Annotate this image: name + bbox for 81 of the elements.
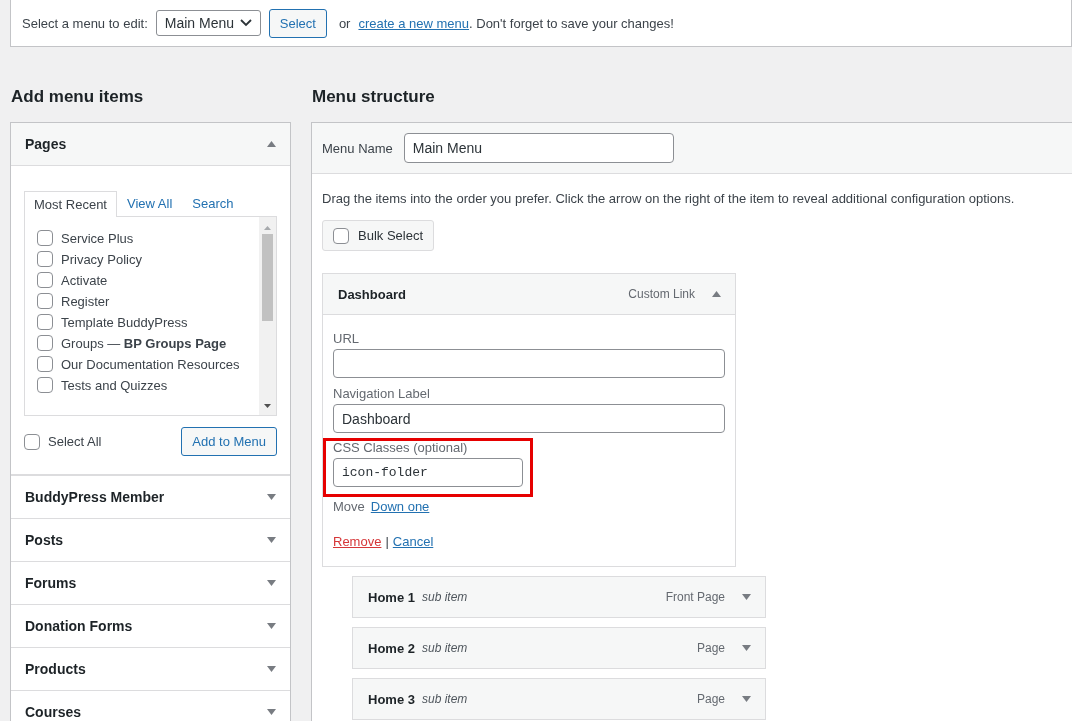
field-label: Navigation Label	[333, 386, 431, 401]
menu-item-title: Home 1	[368, 589, 415, 605]
separator: |	[385, 534, 389, 549]
checkbox[interactable]	[37, 335, 53, 351]
menu-item-title: Home 3	[368, 691, 415, 707]
checkbox[interactable]	[24, 433, 40, 450]
field-label: URL	[333, 331, 360, 346]
accordion-header[interactable]: Donation Forms	[11, 604, 290, 647]
page-label: Privacy Policy	[61, 251, 142, 267]
section-heading: Menu structure	[312, 87, 436, 107]
section-heading: Add menu items	[11, 87, 145, 107]
or-text: or	[338, 15, 351, 31]
menu-name-field[interactable]: Main Menu	[403, 133, 674, 163]
item-type-label: Page	[696, 692, 725, 706]
triangle-down-icon	[267, 494, 276, 500]
menu-name-label: Menu Name	[322, 140, 393, 156]
sub-item-label: sub item	[421, 692, 468, 706]
triangle-up-icon[interactable]	[712, 291, 721, 297]
accordion-header[interactable]: Courses	[11, 690, 290, 721]
scrollbar[interactable]	[259, 217, 276, 415]
add-to-menu-button[interactable]: Add to Menu	[181, 427, 277, 456]
menu-item-header[interactable]: Home 1 sub item Front Page	[352, 576, 766, 618]
move-label: Move	[333, 499, 365, 514]
accordion-header[interactable]: Products	[11, 647, 290, 690]
item-type-label: Front Page	[665, 590, 725, 604]
input-field[interactable]	[333, 349, 725, 378]
down-one-link[interactable]: Down one	[370, 499, 430, 514]
page-label: Tests and Quizzes	[61, 377, 168, 393]
menu-item-header[interactable]: Home 3 sub item Page	[352, 678, 766, 720]
page-label: Activate	[61, 272, 108, 288]
menu-select-label: Select a menu to edit:	[22, 15, 148, 31]
field-label: CSS Classes (optional)	[333, 440, 469, 455]
page-label: Register	[61, 293, 110, 309]
item-type-label: Page	[696, 641, 725, 655]
checkbox[interactable]	[37, 293, 53, 309]
accordion-header[interactable]: Posts	[11, 518, 290, 561]
tab[interactable]: View All	[117, 191, 183, 216]
sub-item-label: sub item	[421, 590, 468, 604]
checkbox[interactable]	[37, 377, 53, 393]
page-label: Template BuddyPress	[61, 314, 188, 330]
menu-item-header[interactable]: Home 2 sub item Page	[352, 627, 766, 669]
page-label: Groups — BP Groups Page	[61, 335, 227, 351]
checkbox[interactable]	[333, 227, 349, 244]
triangle-down-icon	[267, 623, 276, 629]
select-button[interactable]: Select	[268, 8, 327, 38]
accordion-header[interactable]: BuddyPress Member	[11, 475, 290, 518]
item-type-label: Custom Link	[628, 287, 695, 301]
cancel-link[interactable]: Cancel	[392, 534, 434, 549]
remove-link[interactable]: Remove	[333, 534, 382, 549]
triangle-down-icon	[267, 709, 276, 715]
menu-item-header[interactable]: Dashboard Custom Link	[322, 273, 736, 315]
page-label: Our Documentation Resources	[61, 356, 240, 372]
menu-item-title: Dashboard	[338, 286, 406, 302]
instructions-text: Drag the items into the order you prefer. Click the arrow on the right of the item to reveal additional configuration options.	[322, 191, 1016, 206]
checkbox[interactable]	[37, 356, 53, 372]
triangle-down-icon[interactable]	[742, 645, 751, 651]
menu-item-title: Home 2	[368, 640, 415, 656]
checkbox[interactable]	[37, 251, 53, 267]
triangle-down-icon	[267, 666, 276, 672]
checkbox[interactable]	[37, 314, 53, 330]
chevron-down-icon	[239, 19, 252, 27]
create-menu-link[interactable]: create a new menu	[358, 15, 470, 31]
menu-dropdown[interactable]: Main Menu	[155, 10, 261, 36]
input-field[interactable]: Dashboard	[333, 404, 725, 433]
triangle-down-icon[interactable]	[742, 696, 751, 702]
triangle-down-icon[interactable]	[742, 594, 751, 600]
accordion-header[interactable]: Pages	[11, 123, 290, 166]
triangle-down-icon	[267, 537, 276, 543]
accordion-header[interactable]: Forums	[11, 561, 290, 604]
checkbox[interactable]	[37, 230, 53, 246]
page-label: Service Plus	[61, 230, 134, 246]
select-all-label: Select All	[48, 434, 102, 449]
tab[interactable]: Most Recent	[24, 191, 117, 217]
save-reminder-text: . Don't forget to save your changes!	[469, 15, 674, 31]
tab[interactable]: Search	[182, 191, 244, 216]
sub-item-label: sub item	[421, 641, 468, 655]
bulk-select-button[interactable]: Bulk Select	[322, 220, 435, 251]
input-field[interactable]: icon-folder	[333, 458, 523, 487]
triangle-up-icon	[267, 141, 276, 147]
triangle-down-icon	[267, 580, 276, 586]
checkbox[interactable]	[37, 272, 53, 288]
